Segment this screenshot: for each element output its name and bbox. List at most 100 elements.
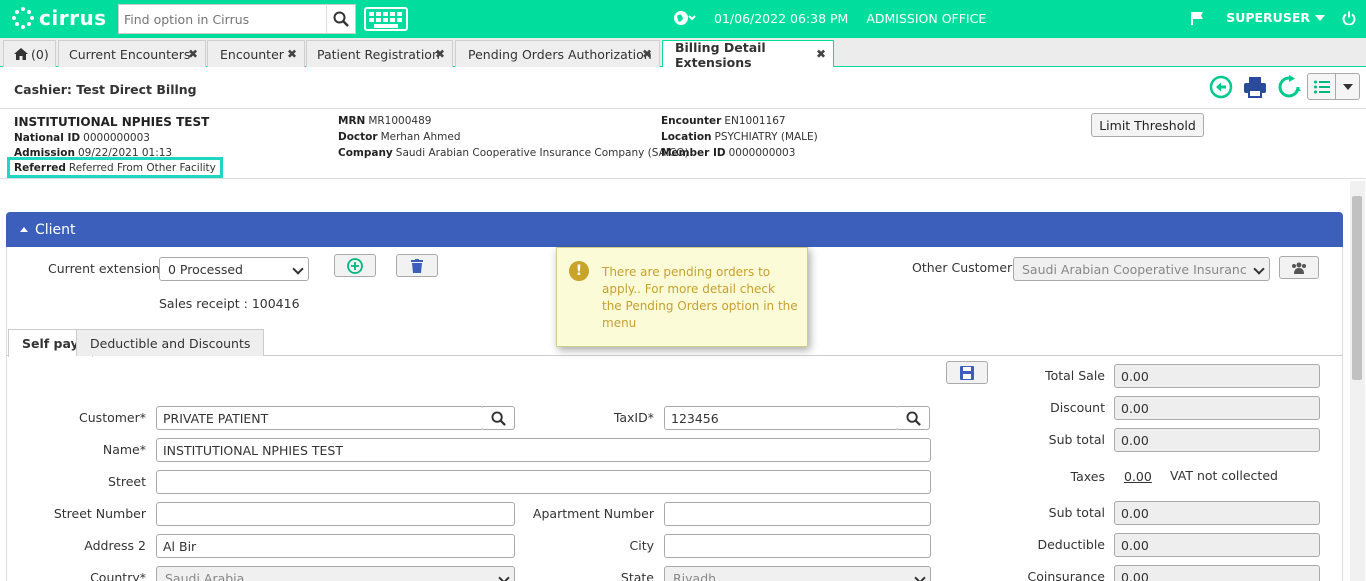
printer-icon[interactable] (1243, 75, 1267, 99)
search-icon (906, 410, 921, 426)
street-number-field[interactable] (156, 502, 515, 526)
tab-label: Current Encounters (69, 46, 191, 62)
name-field[interactable]: INSTITUTIONAL NPHIES TEST (156, 438, 931, 462)
current-extension-select[interactable]: 0 Processed (159, 257, 309, 281)
limit-threshold-button[interactable]: Limit Threshold (1091, 113, 1204, 137)
country-label: Country* (90, 570, 146, 581)
taxes-label: Taxes (1070, 469, 1105, 484)
session-info: 01/06/2022 06:38 PM ADMISSION OFFICE (674, 10, 986, 26)
save-button[interactable] (946, 361, 988, 384)
deductible-field[interactable]: 0.00 (1114, 533, 1320, 557)
street-number-label: Street Number (53, 506, 146, 521)
page-header: Cashier: Test Direct Billng (0, 67, 1366, 109)
refresh-icon[interactable] (1277, 75, 1301, 99)
users-icon (1292, 262, 1306, 274)
view-options-button[interactable] (1307, 73, 1360, 100)
coinsurance-field[interactable]: 0.00 (1114, 565, 1320, 581)
customer-field[interactable]: PRIVATE PATIENT (156, 406, 484, 430)
search-box (118, 4, 328, 34)
add-extension-button[interactable] (334, 254, 376, 277)
referred-highlight: Referred Referred From Other Facility (7, 157, 223, 178)
country-select[interactable]: Saudi Arabia (156, 566, 515, 581)
discount-label: Discount (1050, 400, 1105, 415)
subtotal1-field[interactable]: 0.00 (1114, 428, 1320, 452)
cirrus-logo[interactable]: cirrus (12, 6, 107, 30)
coinsurance-label: Coinsurance (1027, 569, 1106, 581)
discount-field[interactable]: 0.00 (1114, 396, 1320, 420)
current-extension-label: Current extension (48, 261, 160, 276)
national-id: National ID 0000000003 (14, 132, 150, 144)
vat-note: VAT not collected (1170, 468, 1278, 483)
close-icon[interactable]: ✖ (435, 47, 445, 61)
total-sale-field[interactable]: 0.00 (1114, 364, 1320, 388)
home-icon (14, 48, 28, 60)
customers-button[interactable] (1279, 256, 1319, 279)
taxid-search-button[interactable] (898, 406, 930, 430)
client-panel-header[interactable]: Client (6, 212, 1343, 247)
close-icon[interactable]: ✖ (287, 47, 297, 61)
apartment-field[interactable] (664, 502, 931, 526)
logo-dots-icon (12, 7, 34, 29)
trash-icon (411, 258, 423, 273)
floppy-icon (960, 365, 974, 380)
mrn: MRN MR1000489 (338, 115, 432, 127)
chevron-down-icon[interactable] (1314, 13, 1326, 23)
subtotal1-label: Sub total (1048, 432, 1105, 447)
back-icon[interactable] (1209, 75, 1233, 99)
customer-search-button[interactable] (483, 406, 515, 430)
patient-name: INSTITUTIONAL NPHIES TEST (14, 115, 210, 129)
subtotal2-field[interactable]: 0.00 (1114, 501, 1320, 525)
search-input[interactable] (119, 5, 293, 33)
deductible-label: Deductible (1037, 537, 1105, 552)
keyboard-icon[interactable] (364, 7, 408, 31)
patient-info: INSTITUTIONAL NPHIES TEST National ID 000… (0, 109, 1366, 179)
other-customer-label: Other Customer (912, 260, 1013, 275)
close-icon[interactable]: ✖ (642, 47, 652, 61)
power-icon[interactable] (1342, 11, 1356, 25)
client-subtabs: Self pay Deductible and Discounts (6, 329, 1343, 357)
street-label: Street (108, 474, 146, 489)
city-field[interactable] (664, 534, 931, 558)
tab-label: Billing Detail Extensions (675, 39, 766, 70)
search-button[interactable] (326, 4, 356, 34)
tab-bar: (0) Current Encounters ✖ Encounter ✖ Pat… (0, 38, 1366, 70)
member-id: Member ID 0000000003 (661, 147, 796, 159)
toast-message: There are pending orders to apply.. For … (602, 265, 798, 330)
delete-extension-button[interactable] (396, 254, 438, 277)
name-label: Name* (102, 442, 146, 457)
tab-home[interactable]: (0) (3, 40, 56, 67)
other-customer-select[interactable]: Saudi Arabian Cooperative Insurance Co (1013, 257, 1270, 281)
session-datetime: 01/06/2022 06:38 PM (714, 10, 849, 26)
city-label: City (629, 538, 655, 553)
tab-encounter[interactable]: Encounter ✖ (207, 40, 305, 67)
close-icon[interactable]: ✖ (816, 47, 826, 61)
street-field[interactable] (156, 470, 931, 494)
chevron-down-icon (1343, 84, 1353, 90)
flag-icon[interactable] (1190, 11, 1204, 25)
state-label: State (620, 570, 654, 581)
close-icon[interactable]: ✖ (188, 47, 198, 61)
tab-patient-registration[interactable]: Patient Registration ✖ (306, 40, 453, 67)
doctor: Doctor Merhan Ahmed (338, 131, 461, 143)
globe-icon[interactable] (674, 10, 696, 26)
taxid-field[interactable]: 123456 (664, 406, 899, 430)
tab-label: (0) (31, 46, 49, 62)
search-icon (491, 410, 506, 426)
user-menu[interactable]: SUPERUSER (1226, 10, 1310, 25)
app-root: cirrus 01/06/2022 06:38 PM ADMISSION OFF… (0, 0, 1366, 581)
tab-current-encounters[interactable]: Current Encounters ✖ (58, 40, 206, 67)
company: Company Saudi Arabian Cooperative Insuran… (338, 147, 689, 159)
tab-billing-detail-extensions[interactable]: Billing Detail Extensions ✖ (662, 39, 834, 70)
subtab-deductible-discounts[interactable]: Deductible and Discounts (76, 329, 265, 356)
address2-field[interactable]: Al Bir (156, 534, 515, 558)
taxes-link[interactable]: 0.00 (1124, 469, 1152, 484)
total-sale-label: Total Sale (1045, 368, 1105, 383)
scrollbar-thumb[interactable] (1352, 196, 1362, 380)
list-icon (1314, 80, 1330, 94)
sales-receipt: Sales receipt : 100416 (159, 296, 300, 311)
state-select[interactable]: Riyadh (664, 566, 931, 581)
session-office[interactable]: ADMISSION OFFICE (866, 11, 986, 26)
tab-pending-orders-authorization[interactable]: Pending Orders Authorization ✖ (455, 40, 660, 67)
encounter: Encounter EN1001167 (661, 115, 786, 127)
search-icon (333, 11, 349, 27)
